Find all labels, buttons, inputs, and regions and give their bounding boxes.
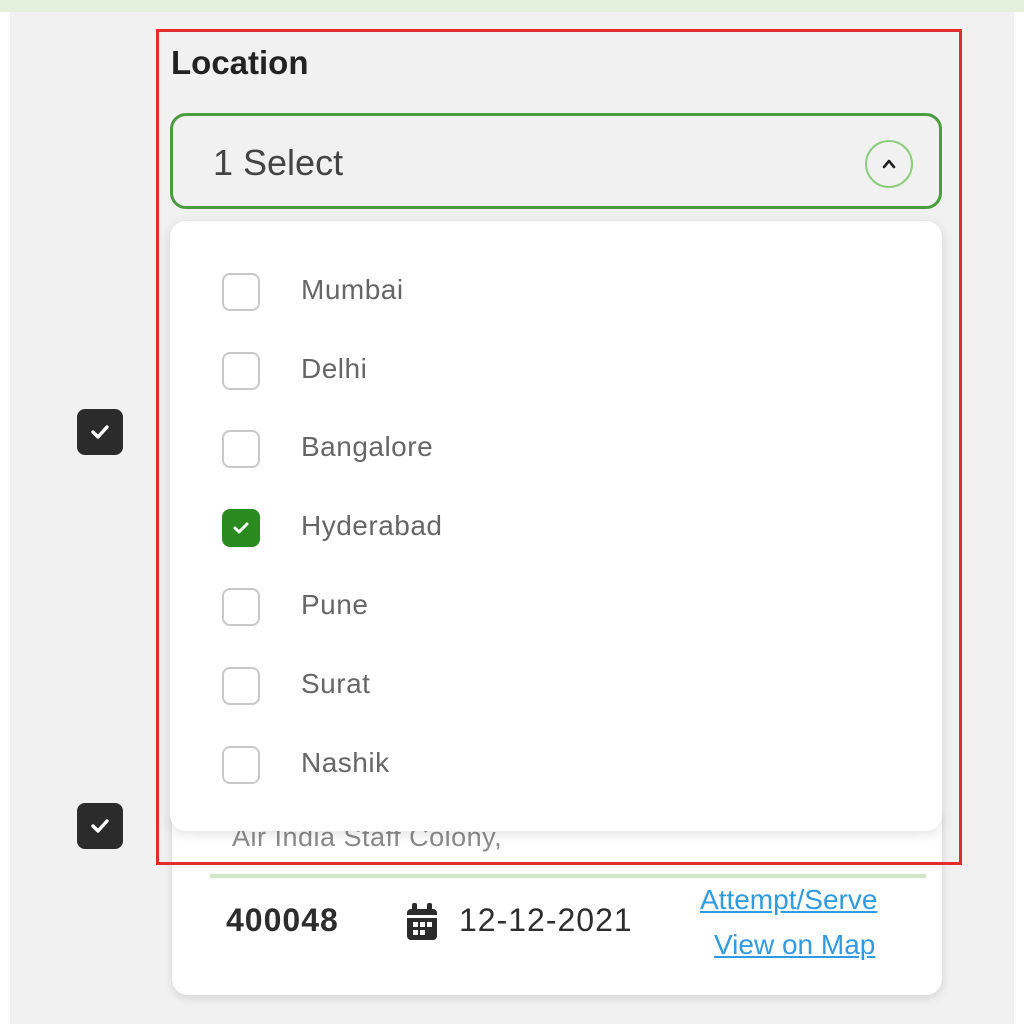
attempt-serve-link[interactable]: Attempt/Serve (700, 884, 877, 916)
row-select-checkbox[interactable] (77, 803, 123, 849)
calendar-icon (405, 902, 439, 947)
row-select-checkbox[interactable] (77, 409, 123, 455)
service-date: 12-12-2021 (459, 902, 633, 938)
pincode: 400048 (226, 902, 339, 938)
highlight-frame (156, 29, 962, 865)
view-on-map-link[interactable]: View on Map (714, 929, 875, 961)
check-icon (91, 819, 109, 833)
check-icon (91, 425, 109, 439)
top-strip (0, 0, 1024, 12)
card-divider (210, 874, 926, 878)
